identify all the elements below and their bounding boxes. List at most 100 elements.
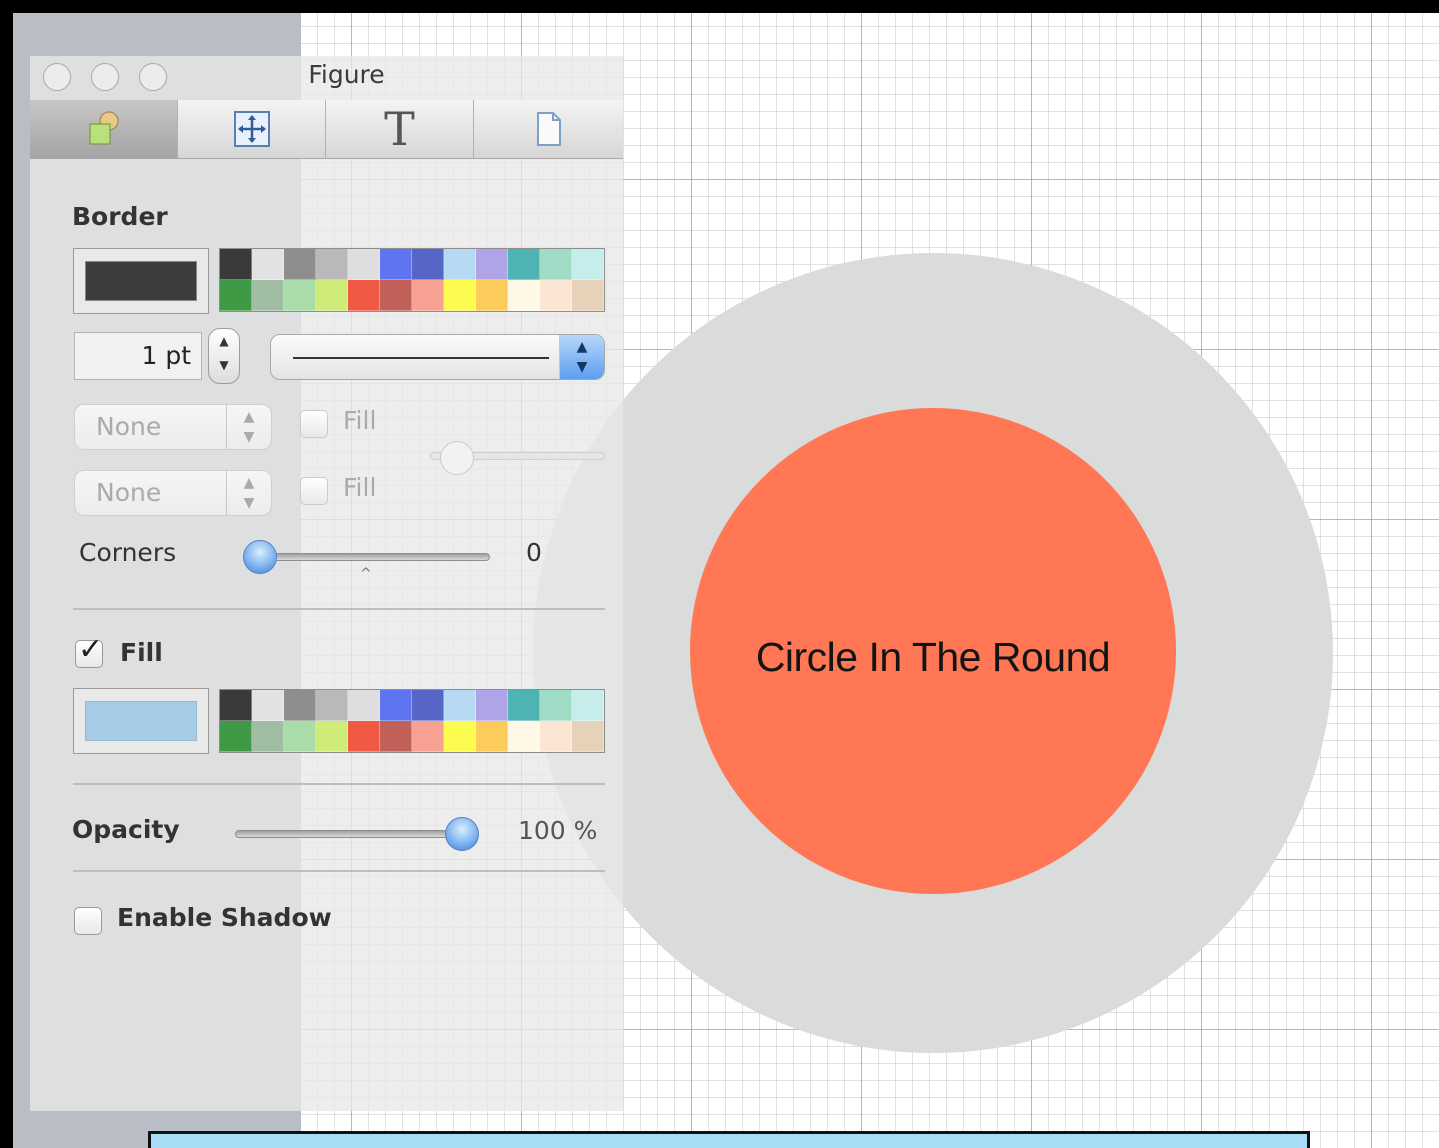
title-bar[interactable]: Figure <box>30 56 623 100</box>
circle-label: Circle In The Round <box>755 633 1111 680</box>
color-swatch[interactable] <box>316 280 348 311</box>
color-swatch[interactable] <box>348 721 380 752</box>
color-swatch[interactable] <box>444 249 476 280</box>
color-swatch[interactable] <box>252 280 284 311</box>
color-swatch[interactable] <box>380 690 412 721</box>
enable-shadow-label: Enable Shadow <box>117 903 332 932</box>
color-swatch[interactable] <box>540 721 572 752</box>
color-swatch[interactable] <box>476 690 508 721</box>
opacity-value: 100 % <box>518 816 598 845</box>
document-icon <box>537 112 561 146</box>
color-swatch[interactable] <box>220 690 252 721</box>
shapes-style-icon <box>89 111 118 145</box>
color-swatch[interactable] <box>412 249 444 280</box>
color-swatch[interactable] <box>348 690 380 721</box>
move-arrows-icon <box>233 111 270 147</box>
opacity-slider-knob[interactable] <box>445 817 479 851</box>
color-swatch[interactable] <box>508 280 540 311</box>
color-swatch[interactable] <box>476 280 508 311</box>
color-swatch[interactable] <box>284 280 316 311</box>
color-swatch[interactable] <box>572 280 604 311</box>
color-swatch[interactable] <box>348 280 380 311</box>
color-swatch[interactable] <box>252 721 284 752</box>
color-swatch[interactable] <box>572 249 604 280</box>
opacity-slider-track[interactable] <box>235 830 475 838</box>
border-color-palette[interactable] <box>219 248 605 312</box>
corners-slider-knob[interactable] <box>243 540 277 574</box>
fill-color-well[interactable] <box>73 688 209 754</box>
color-swatch[interactable] <box>348 249 380 280</box>
color-swatch[interactable] <box>380 721 412 752</box>
border-width-stepper[interactable]: ▲ ▼ <box>208 328 240 384</box>
color-swatch[interactable] <box>476 721 508 752</box>
color-swatch[interactable] <box>572 690 604 721</box>
fill-color-swatch <box>85 701 197 741</box>
border-heading: Border <box>72 202 168 231</box>
color-swatch[interactable] <box>316 721 348 752</box>
color-swatch[interactable] <box>252 690 284 721</box>
color-swatch[interactable] <box>316 690 348 721</box>
application-window: Circle In The Round Figure T Border 1 pt… <box>13 13 1439 1148</box>
color-swatch[interactable] <box>540 280 572 311</box>
enable-shadow-checkbox[interactable] <box>74 907 102 935</box>
screen: Circle In The Round Figure T Border 1 pt… <box>0 0 1439 1148</box>
color-swatch[interactable] <box>284 249 316 280</box>
border-color-well[interactable] <box>73 248 209 314</box>
corners-value: 0 <box>526 538 542 567</box>
tick-mark-icon: ^ <box>360 566 372 582</box>
color-swatch[interactable] <box>508 721 540 752</box>
end-arrow-popup[interactable]: None ▲ ▼ <box>74 470 272 516</box>
corners-slider-track[interactable] <box>245 553 490 561</box>
divider <box>73 783 605 785</box>
tab-document[interactable] <box>474 100 622 158</box>
line-style-popup[interactable]: ▲ ▼ <box>270 334 605 380</box>
divider <box>73 608 605 610</box>
color-swatch[interactable] <box>220 280 252 311</box>
line-style-preview <box>293 357 549 359</box>
start-arrow-value: None <box>96 412 162 441</box>
fill-checkbox[interactable]: ✓ <box>75 632 103 668</box>
popup-arrows-icon: ▲ ▼ <box>226 405 271 449</box>
color-swatch[interactable] <box>252 249 284 280</box>
end-arrow-fill-checkbox[interactable] <box>300 477 328 505</box>
color-swatch[interactable] <box>444 690 476 721</box>
start-arrow-fill-label: Fill <box>343 406 377 435</box>
fill-color-palette[interactable] <box>219 689 605 753</box>
divider <box>73 870 605 872</box>
inner-circle-shape[interactable]: Circle In The Round <box>690 408 1176 894</box>
color-swatch[interactable] <box>476 249 508 280</box>
color-swatch[interactable] <box>540 690 572 721</box>
color-swatch[interactable] <box>284 690 316 721</box>
tab-style[interactable] <box>30 100 178 158</box>
tab-text[interactable]: T <box>326 100 474 158</box>
inspector-tabs: T <box>30 100 623 159</box>
color-swatch[interactable] <box>572 721 604 752</box>
color-swatch[interactable] <box>380 280 412 311</box>
color-swatch[interactable] <box>540 249 572 280</box>
caption-box <box>148 1131 1310 1148</box>
color-swatch[interactable] <box>220 249 252 280</box>
checkmark-icon: ✓ <box>78 632 104 667</box>
border-width-field[interactable]: 1 pt <box>74 332 202 380</box>
popup-arrows-icon: ▲ ▼ <box>226 471 271 515</box>
color-swatch[interactable] <box>444 721 476 752</box>
color-swatch[interactable] <box>444 280 476 311</box>
color-swatch[interactable] <box>412 280 444 311</box>
color-swatch[interactable] <box>508 690 540 721</box>
arrow-scale-slider-knob[interactable] <box>440 441 474 475</box>
fill-heading: Fill <box>120 638 163 667</box>
color-swatch[interactable] <box>220 721 252 752</box>
corners-label: Corners <box>79 538 177 567</box>
end-arrow-value: None <box>96 478 162 507</box>
color-swatch[interactable] <box>284 721 316 752</box>
start-arrow-fill-checkbox[interactable] <box>300 410 328 438</box>
color-swatch[interactable] <box>508 249 540 280</box>
window-title: Figure <box>308 60 385 89</box>
color-swatch[interactable] <box>412 690 444 721</box>
opacity-label: Opacity <box>72 815 180 844</box>
tab-geometry[interactable] <box>178 100 326 158</box>
start-arrow-popup[interactable]: None ▲ ▼ <box>74 404 272 450</box>
color-swatch[interactable] <box>412 721 444 752</box>
color-swatch[interactable] <box>380 249 412 280</box>
color-swatch[interactable] <box>316 249 348 280</box>
